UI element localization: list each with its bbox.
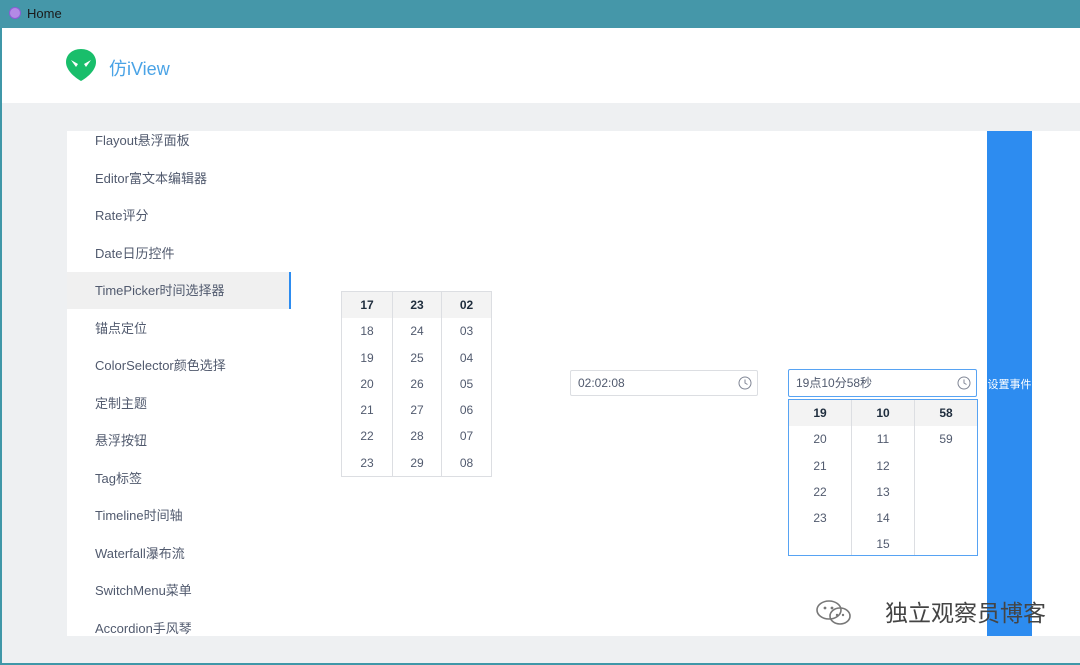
clock-icon[interactable] — [738, 376, 752, 390]
time-input-value: 02:02:08 — [578, 376, 625, 390]
clock-icon[interactable] — [957, 376, 971, 390]
watermark-text: 独立观察员博客 — [885, 601, 1046, 627]
sidebar-item[interactable]: Tag标签 — [67, 460, 291, 497]
brand-title: 仿iView — [109, 59, 170, 79]
hour-column[interactable]: 17 18 19 20 21 22 23 — [342, 292, 393, 477]
second-column[interactable]: 58 59 — [915, 400, 977, 555]
time-option[interactable]: 24 — [393, 318, 441, 344]
time-option[interactable]: 22 — [342, 423, 392, 449]
sidebar-item[interactable]: Editor富文本编辑器 — [67, 160, 291, 197]
sidebar-item[interactable]: TimePicker时间选择器 — [67, 272, 291, 309]
sidebar-menu: Flayout悬浮面板 Editor富文本编辑器 Rate评分 Date日历控件 Tim… — [67, 131, 291, 636]
time-input-value: 19点10分58秒 — [796, 376, 873, 390]
minute-column[interactable]: 10 11 12 13 14 15 — [852, 400, 915, 555]
sidebar-item[interactable]: Flayout悬浮面板 — [67, 131, 291, 159]
time-input-chinese[interactable]: 19点10分58秒 — [788, 369, 977, 397]
time-option[interactable]: 21 — [789, 453, 851, 479]
time-option[interactable]: 59 — [915, 426, 977, 452]
time-option[interactable]: 25 — [393, 345, 441, 371]
time-option[interactable]: 28 — [393, 423, 441, 449]
time-option[interactable]: 06 — [442, 397, 491, 423]
sidebar-item[interactable]: SwitchMenu菜单 — [67, 572, 291, 609]
sidebar-item[interactable]: Date日历控件 — [67, 235, 291, 272]
sidebar-item[interactable]: 悬浮按钮 — [67, 422, 291, 459]
time-option[interactable]: 21 — [342, 397, 392, 423]
time-option[interactable]: 03 — [442, 318, 491, 344]
time-option[interactable]: 11 — [852, 426, 914, 452]
time-dropdown-panel: 19 20 21 22 23 10 11 12 13 14 15 58 59 — [788, 399, 978, 556]
set-event-button[interactable]: 设置事件 — [987, 131, 1032, 636]
main-content: Flayout悬浮面板 Editor富文本编辑器 Rate评分 Date日历控件 Tim… — [67, 131, 1080, 636]
time-option[interactable]: 15 — [852, 531, 914, 557]
sidebar-item[interactable]: 定制主题 — [67, 385, 291, 422]
time-option[interactable]: 07 — [442, 423, 491, 449]
second-column[interactable]: 02 03 04 05 06 07 08 — [442, 292, 491, 476]
time-option[interactable]: 29 — [393, 450, 441, 476]
time-option[interactable]: 20 — [342, 371, 392, 397]
set-event-button-label: 设置事件 — [987, 379, 1032, 391]
window-title: Home — [27, 6, 62, 21]
time-input[interactable]: 02:02:08 — [570, 370, 758, 396]
header: 仿iView — [2, 28, 1080, 103]
time-option[interactable]: 17 — [342, 292, 392, 319]
sidebar-item[interactable]: Timeline时间轴 — [67, 497, 291, 534]
sidebar-item[interactable]: 锚点定位 — [67, 310, 291, 347]
time-option[interactable]: 19 — [342, 345, 392, 371]
time-option[interactable]: 04 — [442, 345, 491, 371]
time-option[interactable]: 58 — [915, 400, 977, 427]
time-option[interactable]: 27 — [393, 397, 441, 423]
sidebar-item[interactable]: Accordion手风琴 — [67, 610, 291, 637]
time-option[interactable]: 23 — [789, 505, 851, 531]
time-option[interactable]: 23 — [342, 450, 392, 476]
time-option[interactable]: 02 — [442, 292, 491, 319]
sidebar-item[interactable]: Waterfall瀑布流 — [67, 535, 291, 572]
time-option[interactable]: 05 — [442, 371, 491, 397]
time-option[interactable]: 18 — [342, 318, 392, 344]
time-option[interactable]: 23 — [393, 292, 441, 319]
wechat-icon — [816, 600, 851, 625]
time-option[interactable]: 22 — [789, 479, 851, 505]
time-option[interactable]: 26 — [393, 371, 441, 397]
time-option[interactable]: 19 — [789, 400, 851, 427]
alien-logo-icon — [66, 49, 96, 81]
time-option[interactable]: 12 — [852, 453, 914, 479]
time-option[interactable]: 10 — [852, 400, 914, 427]
time-option[interactable]: 08 — [442, 450, 491, 476]
title-bar: Home — [0, 0, 1080, 28]
app-window: 仿iView Flayout悬浮面板 Editor富文本编辑器 Rate评分 Date… — [2, 28, 1080, 663]
hour-column[interactable]: 19 20 21 22 23 — [789, 400, 852, 555]
minute-column[interactable]: 23 24 25 26 27 28 29 — [393, 292, 442, 477]
time-picker-panel: 17 18 19 20 21 22 23 23 24 25 26 27 28 29 02 03 04 05 06 07… — [341, 291, 492, 478]
time-option[interactable]: 13 — [852, 479, 914, 505]
sidebar-item[interactable]: ColorSelector颜色选择 — [67, 347, 291, 384]
sidebar-item[interactable]: Rate评分 — [67, 197, 291, 234]
time-option[interactable]: 14 — [852, 505, 914, 531]
app-icon — [9, 7, 21, 19]
time-option[interactable]: 20 — [789, 426, 851, 452]
